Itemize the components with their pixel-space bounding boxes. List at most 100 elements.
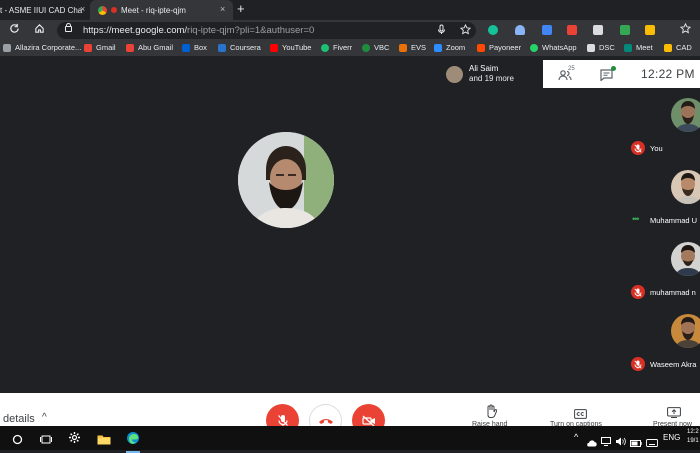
onedrive-cloud-icon[interactable]	[587, 434, 597, 452]
language-indicator[interactable]: ENG	[663, 433, 680, 442]
close-tab-icon[interactable]: ×	[80, 4, 85, 14]
presenter-card[interactable]: Ali Saim and 19 more	[441, 60, 543, 88]
participant-name: Muhammad U	[650, 216, 698, 225]
meeting-stage	[0, 57, 700, 393]
reload-icon[interactable]	[9, 23, 20, 38]
bookmark-whatsapp[interactable]: WhatsApp	[530, 43, 577, 52]
evs-icon	[399, 43, 407, 52]
participant-tile[interactable]: You	[627, 88, 700, 160]
new-tab-button[interactable]: +	[237, 2, 245, 16]
avatar	[671, 242, 700, 276]
youtube-icon	[270, 43, 278, 52]
settings-gear-icon[interactable]	[68, 431, 81, 449]
avatar	[671, 314, 700, 348]
lock-icon	[65, 23, 72, 32]
bookmark-box[interactable]: Box	[182, 43, 207, 52]
meeting-clock: 12:22 PM	[641, 67, 695, 81]
coursera-icon	[218, 43, 226, 52]
bookmark-meet[interactable]: Meet	[624, 43, 653, 52]
bookmark-abu-gmail[interactable]: Abu Gmail	[126, 43, 173, 52]
participant-tile[interactable]: muhammad n	[627, 232, 700, 304]
task-view-icon[interactable]	[40, 432, 52, 450]
fiverr-icon	[321, 43, 329, 52]
bookmark-youtube[interactable]: YouTube	[270, 43, 311, 52]
grammarly-extension-icon[interactable]	[488, 25, 498, 35]
chevron-up-icon[interactable]: ^	[42, 412, 47, 423]
meet-icon	[624, 43, 632, 52]
mic-off-icon	[631, 141, 645, 155]
whatsapp-icon	[530, 43, 538, 52]
home-icon[interactable]	[34, 23, 45, 38]
bookmark-allazira[interactable]: Allazira Corporate...	[3, 43, 81, 52]
url-text: https://meet.google.com/riq-ipte-qjm?pli…	[83, 25, 315, 36]
presenter-name: Ali Saim	[469, 64, 499, 73]
keyboard-icon[interactable]	[646, 434, 658, 452]
people-count-badge: 25	[568, 66, 575, 72]
tab-strip: t - ASME IIUI CAD Cha × Meet - riq-ipte-…	[0, 0, 700, 20]
extension-icon[interactable]	[645, 25, 655, 35]
participant-name: You	[650, 144, 663, 153]
toolbar: https://meet.google.com/riq-ipte-qjm?pli…	[0, 20, 700, 41]
volume-icon[interactable]	[615, 433, 626, 451]
cad-icon	[664, 43, 672, 52]
file-explorer-icon[interactable]	[97, 432, 111, 450]
bookmark-fiverr[interactable]: Fiverr	[321, 43, 352, 52]
main-participant-avatar	[238, 132, 334, 228]
search-icon[interactable]	[12, 432, 23, 450]
box-icon	[182, 43, 190, 52]
vbc-icon	[362, 43, 370, 52]
bookmark-payoneer[interactable]: Payoneer	[477, 43, 521, 52]
avatar	[671, 98, 700, 132]
participant-name: muhammad n	[650, 288, 696, 297]
meet-extension-icon[interactable]	[620, 25, 630, 35]
tray-chevron-up-icon[interactable]: ^	[574, 432, 578, 442]
speaking-indicator-icon: •••	[632, 214, 640, 224]
meeting-controls-bar: details ^ Raise hand Turn on captions Pr…	[0, 393, 700, 437]
avatar	[671, 170, 700, 204]
participant-tile[interactable]: ••• Muhammad U	[627, 160, 700, 232]
participant-name: Waseem Akra	[650, 360, 697, 369]
participant-strip: You ••• Muhammad U muhammad n Waseem Akr…	[627, 88, 700, 376]
participant-tile[interactable]: Waseem Akra	[627, 304, 700, 376]
avatar	[446, 66, 463, 83]
bookmark-gmail[interactable]: Gmail	[84, 43, 116, 52]
bookmark-zoom[interactable]: Zoom	[434, 43, 465, 52]
screenshot-extension-icon[interactable]	[593, 25, 603, 35]
taskbar-clock[interactable]: 12:2 19/1	[687, 428, 699, 446]
bookmark-vbc[interactable]: VBC	[362, 43, 389, 52]
microphone-search-icon[interactable]	[437, 24, 446, 38]
bookmarks-bar: Allazira Corporate... Gmail Abu Gmail Bo…	[0, 41, 700, 57]
bookmark-star-icon[interactable]	[459, 23, 472, 38]
mic-off-icon	[631, 285, 645, 299]
address-bar[interactable]: https://meet.google.com/riq-ipte-qjm?pli…	[57, 22, 476, 39]
chat-icon[interactable]	[600, 68, 613, 86]
zoom-icon	[434, 43, 442, 52]
star-icon[interactable]	[679, 22, 692, 38]
chrome-favicon-icon	[98, 5, 107, 15]
close-tab-icon[interactable]: ×	[220, 4, 225, 14]
bookmark-dsc[interactable]: DSC	[587, 43, 615, 52]
tab-title: Meet - riq-ipte-qjm	[121, 5, 186, 15]
mic-off-icon	[631, 357, 645, 371]
network-icon[interactable]	[601, 433, 611, 451]
main-video-tile	[0, 88, 627, 393]
folder-icon	[587, 43, 595, 52]
gmail-icon	[126, 43, 134, 52]
pdf-extension-icon[interactable]	[567, 25, 577, 35]
bookmark-evs[interactable]: EVS	[399, 43, 426, 52]
bookmark-coursera[interactable]: Coursera	[218, 43, 261, 52]
presenter-more-count: and 19 more	[469, 74, 514, 83]
tab-title: t - ASME IIUI CAD Cha	[0, 5, 83, 15]
battery-icon[interactable]	[630, 434, 642, 452]
bookmark-cad[interactable]: CAD	[664, 43, 692, 52]
gmail-icon	[84, 43, 92, 52]
translate-extension-icon[interactable]	[542, 25, 552, 35]
tab-meet[interactable]: Meet - riq-ipte-qjm ×	[90, 0, 233, 20]
bookmark-icon	[3, 43, 11, 52]
recording-dot-icon	[111, 7, 117, 13]
cloud-extension-icon[interactable]	[515, 25, 525, 35]
tab-asme-cad[interactable]: t - ASME IIUI CAD Cha ×	[0, 0, 90, 20]
meeting-details-button[interactable]: details	[3, 413, 35, 425]
windows-taskbar: ^ ENG 12:2 19/1	[0, 426, 700, 453]
payoneer-icon	[477, 43, 485, 52]
